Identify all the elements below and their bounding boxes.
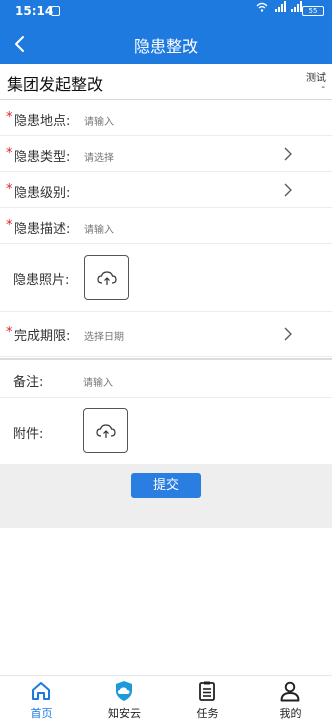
user-icon <box>280 681 300 702</box>
signal-icon <box>291 1 302 12</box>
location-input[interactable]: 请输入 <box>84 113 114 128</box>
submit-button[interactable]: 提交 <box>131 473 201 498</box>
required-mark: * <box>6 325 13 340</box>
type-label: 隐患类型: <box>14 150 71 165</box>
required-mark: * <box>6 110 13 125</box>
remark-label: 备注: <box>13 375 44 390</box>
form-row-level[interactable]: * 隐患级别: <box>0 172 332 208</box>
bottom-tab-bar: 首页 知安云 任务 我的 <box>0 675 332 719</box>
remark-input[interactable]: 请输入 <box>83 374 113 389</box>
form-row-description[interactable]: * 隐患描述: 请输入 <box>0 208 332 244</box>
type-select[interactable]: 请选择 <box>84 149 114 164</box>
required-mark: * <box>6 218 13 233</box>
description-input[interactable]: 请输入 <box>84 221 114 236</box>
signal-icon <box>275 1 286 12</box>
page-title: 隐患整改 <box>133 37 198 56</box>
location-label: 隐患地点: <box>14 114 71 129</box>
attachment-label: 附件: <box>13 427 44 442</box>
cloud-upload-icon <box>97 271 117 285</box>
nfc-icon <box>51 6 60 16</box>
status-bar: 15:14 55 <box>0 0 332 24</box>
tab-home[interactable]: 首页 <box>0 676 83 719</box>
chevron-right-icon <box>284 327 292 341</box>
tab-me[interactable]: 我的 <box>249 676 332 719</box>
form-row-photo: 隐患照片: <box>0 244 332 312</box>
required-mark: * <box>6 182 13 197</box>
level-label: 隐患级别: <box>14 186 71 201</box>
battery-icon: 55 <box>302 6 324 16</box>
form-row-type[interactable]: * 隐患类型: 请选择 <box>0 136 332 172</box>
attachment-upload-button[interactable] <box>83 408 128 453</box>
cloud-shield-icon <box>116 681 132 701</box>
wifi-icon <box>256 2 268 12</box>
tab-tasks[interactable]: 任务 <box>166 676 249 719</box>
form-row-remark[interactable]: 备注: 请输入 <box>0 360 332 398</box>
home-icon <box>32 682 50 700</box>
tab-label: 首页 <box>30 707 53 719</box>
page-header: 集团发起整改 测试 - <box>0 64 332 100</box>
cloud-upload-icon <box>96 424 116 438</box>
clipboard-icon <box>199 681 215 701</box>
form-row-deadline[interactable]: * 完成期限: 选择日期 <box>0 312 332 357</box>
tab-label: 任务 <box>196 707 219 719</box>
status-time: 15:14 <box>15 4 54 18</box>
chevron-right-icon <box>284 183 292 197</box>
header-right-sub: - <box>321 82 325 93</box>
tab-label: 知安云 <box>108 707 141 719</box>
nav-bar: 隐患整改 <box>0 24 332 64</box>
description-label: 隐患描述: <box>14 222 71 237</box>
required-mark: * <box>6 146 13 161</box>
section-title: 集团发起整改 <box>7 75 104 94</box>
deadline-date-picker[interactable]: 选择日期 <box>84 328 124 343</box>
tab-zhiyanyun[interactable]: 知安云 <box>83 676 166 719</box>
chevron-right-icon <box>284 147 292 161</box>
photo-upload-button[interactable] <box>84 255 129 300</box>
tab-label: 我的 <box>279 707 302 719</box>
deadline-label: 完成期限: <box>14 329 71 344</box>
form-row-attachment: 附件: <box>0 398 332 464</box>
photo-label: 隐患照片: <box>13 273 70 288</box>
form-row-location[interactable]: * 隐患地点: 请输入 <box>0 100 332 136</box>
